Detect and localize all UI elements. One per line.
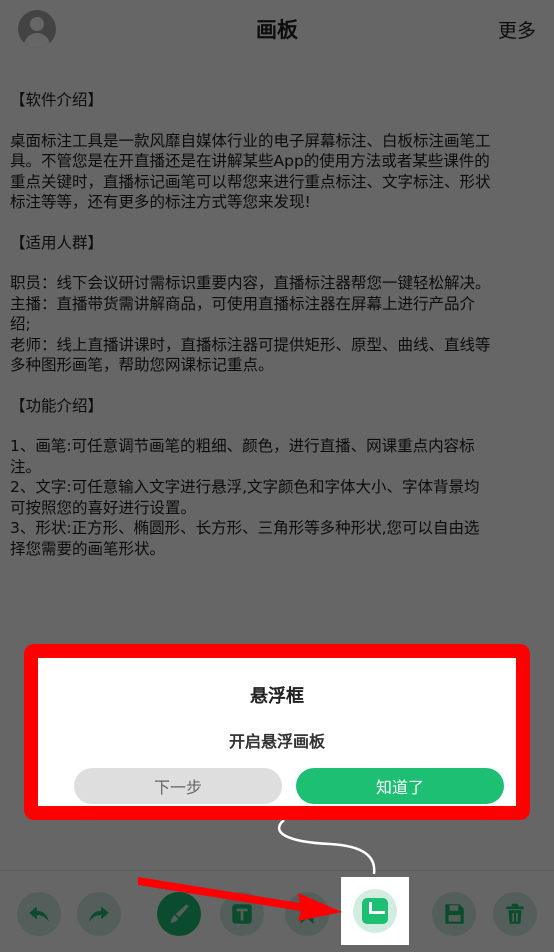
- bottom-toolbar: [0, 870, 554, 952]
- text-line: 可按照您的喜好进行设置。: [10, 498, 197, 517]
- more-button[interactable]: 更多: [498, 16, 536, 43]
- text-icon: [232, 904, 252, 924]
- bookmark-icon: [300, 904, 314, 924]
- brush-icon: [170, 904, 189, 923]
- text-button[interactable]: [220, 892, 264, 936]
- section-heading: 【功能介绍】: [10, 396, 546, 417]
- redo-button[interactable]: [77, 892, 121, 936]
- tip-title: 悬浮框: [250, 686, 304, 707]
- text-line: 具。不管您是在开直播还是在讲解某些App的使用方法或者某些课件的: [10, 152, 490, 170]
- float-board-button[interactable]: [353, 889, 397, 933]
- article-content: 【软件介绍】 桌面标注工具是一款风靡自媒体行业的电子屏幕标注、白板标注画笔工 具…: [10, 90, 546, 579]
- save-icon: [445, 904, 464, 924]
- text-line: 重点关键时，直播标记画笔可以帮您来进行重点标注、文字标注、形状: [10, 172, 491, 191]
- text-line: 【适用人群】: [10, 233, 104, 252]
- text-line: 择您需要的画笔形状。: [10, 539, 166, 558]
- undo-icon: [29, 906, 49, 922]
- section-heading: 【适用人群】: [10, 233, 546, 254]
- text-line: 注。: [10, 457, 42, 476]
- tip-dialog: 悬浮框 开启悬浮画板 下一步 知道了: [24, 644, 530, 820]
- highlight-spot: [341, 877, 409, 945]
- tip-message: 开启悬浮画板: [228, 732, 325, 751]
- text-line: 【功能介绍】: [10, 396, 104, 415]
- got-it-button[interactable]: 知道了: [296, 768, 504, 804]
- text-line: 2、文字:可任意输入文字进行悬浮,文字颜色和字体大小、字体背景均: [10, 478, 480, 496]
- next-step-button[interactable]: 下一步: [74, 768, 282, 804]
- undo-button[interactable]: [17, 892, 61, 936]
- brush-button[interactable]: [157, 892, 201, 936]
- redo-icon: [89, 906, 109, 922]
- section-heading: 【软件介绍】: [10, 90, 546, 111]
- float-board-icon: [362, 898, 388, 924]
- text-line: 主播：直播带货需讲解商品，可使用直播标注器在屏幕上进行产品介: [10, 294, 476, 313]
- save-button[interactable]: [432, 892, 476, 936]
- text-line: 职员：线下会议研讨需标识重要内容，直播标注器帮您一键轻松解决。: [10, 274, 491, 292]
- paragraph: 1、画笔:可任意调节画笔的粗细、颜色，进行直播、网课重点内容标 注。 2、文字:…: [10, 436, 546, 559]
- delete-icon: [506, 903, 524, 924]
- text-line: 【软件介绍】: [10, 91, 104, 109]
- text-line: 3、形状:正方形、椭圆形、长方形、三角形等多种形状,您可以自由选: [10, 519, 480, 537]
- text-line: 1、画笔:可任意调节画笔的粗细、颜色，进行直播、网课重点内容标: [10, 437, 475, 455]
- text-line: 多种图形画笔，帮助您网课标记重点。: [10, 356, 274, 374]
- bookmark-button[interactable]: [285, 892, 329, 936]
- delete-button[interactable]: [493, 892, 537, 936]
- text-line: 老师：线上直播讲课时，直播标注器可提供矩形、原型、曲线、直线等: [10, 335, 491, 354]
- app-header: 画板 更多: [0, 0, 554, 58]
- text-line: 绍;: [10, 315, 31, 333]
- paragraph: 桌面标注工具是一款风靡自媒体行业的电子屏幕标注、白板标注画笔工 具。不管您是在开…: [10, 131, 546, 213]
- connector-line: [277, 819, 376, 875]
- page-title: 画板: [256, 18, 298, 42]
- text-line: 标注等等，还有更多的标注方式等您来发现!: [10, 193, 311, 211]
- paragraph: 职员：线下会议研讨需标识重要内容，直播标注器帮您一键轻松解决。 主播：直播带货需…: [10, 273, 546, 376]
- text-line: 桌面标注工具是一款风靡自媒体行业的电子屏幕标注、白板标注画笔工: [10, 131, 491, 150]
